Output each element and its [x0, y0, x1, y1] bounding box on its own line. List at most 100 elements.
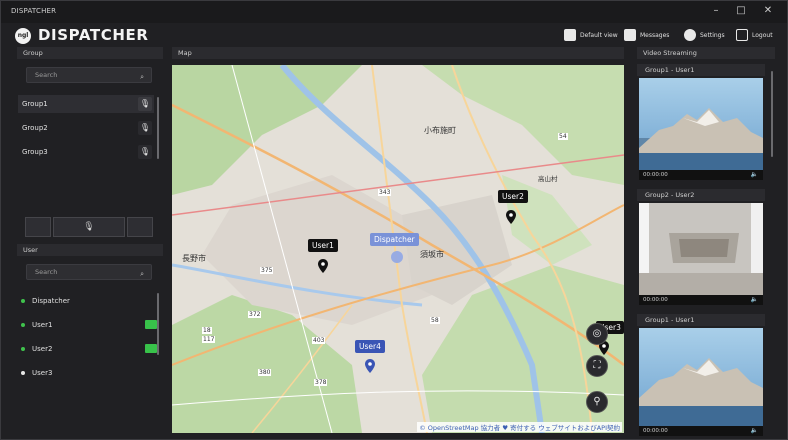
video-card-2[interactable]: Group2 - User2 00:00:00 🔈: [637, 189, 765, 305]
logo-icon: ngl: [15, 28, 31, 44]
speaker-icon[interactable]: 🔈: [751, 295, 758, 305]
map-pin-icon[interactable]: [365, 359, 375, 373]
group-row-group1[interactable]: Group1: [18, 95, 154, 113]
place-label: 高山村: [538, 175, 558, 183]
mic-off-icon[interactable]: 🎙: [138, 121, 152, 135]
road-number: 18: [202, 327, 212, 334]
mountain-scene-image: [639, 358, 763, 426]
mic-icon[interactable]: 🎙: [138, 97, 152, 111]
gear-icon: [684, 29, 696, 41]
map-tiles: [172, 65, 624, 433]
logout-label: Logout: [752, 31, 773, 39]
place-label: 小布施町: [424, 126, 456, 135]
push-to-talk-button[interactable]: 🎙: [53, 217, 125, 237]
place-label: 須坂市: [420, 250, 444, 259]
user-scrollbar[interactable]: [157, 293, 159, 355]
messages-icon: [624, 29, 636, 41]
map-view[interactable]: 長野市 須坂市 小布施町 高山村 343 54 375 372 18 117 4…: [172, 65, 624, 433]
road-number: 403: [312, 337, 326, 344]
user-name: User3: [32, 369, 53, 377]
status-dot: [21, 371, 25, 375]
status-dot: [21, 347, 25, 351]
marker-label-user2[interactable]: User2: [498, 190, 528, 203]
group-search-placeholder: Search: [35, 71, 58, 79]
mountain-scene-image: [639, 108, 763, 170]
ptt-left-button[interactable]: [25, 217, 51, 237]
video-camera-icon[interactable]: [145, 320, 157, 329]
road-number: 117: [202, 336, 216, 343]
ceiling-scene-image: [639, 203, 763, 295]
default-view-button[interactable]: Default view: [564, 27, 618, 43]
group-row-group3[interactable]: Group3: [18, 143, 154, 161]
window-title: DISPATCHER: [11, 7, 57, 15]
search-icon: ⌕: [140, 73, 144, 81]
speaker-icon[interactable]: 🔈: [751, 170, 758, 180]
fit-bounds-icon[interactable]: ⛶: [586, 355, 608, 377]
ptt-right-button[interactable]: [127, 217, 153, 237]
user-name: User1: [32, 321, 53, 329]
marker-label-dispatcher[interactable]: Dispatcher: [370, 233, 419, 246]
messages-button[interactable]: Messages: [624, 27, 669, 43]
locate-icon[interactable]: ◎: [586, 323, 608, 345]
mic-off-icon[interactable]: 🎙: [138, 145, 152, 159]
road-number: 378: [314, 379, 328, 386]
video-card-3[interactable]: Group1 - User1 00:00:00 🔈: [637, 314, 765, 436]
video-card-1[interactable]: Group1 - User1 00:00:00 🔈: [637, 64, 765, 180]
status-dot: [21, 323, 25, 327]
maximize-button[interactable]: □: [734, 5, 748, 16]
group-panel-header: Group: [17, 47, 163, 59]
map-attribution[interactable]: © OpenStreetMap 協力者 ♥ 寄付する ウェブサイトおよびAPI契…: [417, 422, 622, 432]
video-time: 00:00:00: [643, 428, 668, 434]
road-number: 380: [258, 369, 272, 376]
user-name: Dispatcher: [32, 297, 70, 305]
video-panel-header: Video Streaming: [637, 47, 775, 59]
road-number: 372: [248, 311, 262, 318]
group-name: Group2: [22, 124, 48, 132]
video-scrollbar[interactable]: [771, 71, 773, 157]
mic-icon: 🎙: [83, 222, 95, 232]
marker-label-user1[interactable]: User1: [308, 239, 338, 252]
group-scrollbar[interactable]: [157, 97, 159, 159]
user-search-placeholder: Search: [35, 268, 58, 276]
group-search-input[interactable]: Search ⌕: [26, 67, 152, 83]
video-controls: 00:00:00 🔈: [639, 170, 763, 180]
video-camera-icon[interactable]: [145, 344, 157, 353]
video-controls: 00:00:00 🔈: [639, 295, 763, 305]
speaker-icon[interactable]: 🔈: [751, 426, 758, 436]
road-number: 58: [430, 317, 440, 324]
app-logo-text: DISPATCHER: [38, 26, 149, 44]
video-frame[interactable]: [639, 78, 763, 170]
location-pin-icon[interactable]: ⚲: [586, 391, 608, 413]
user-name: User2: [32, 345, 53, 353]
video-title: Group1 - User1: [637, 64, 765, 76]
road-number: 375: [260, 267, 274, 274]
minimize-button[interactable]: –: [709, 5, 723, 16]
video-time: 00:00:00: [643, 297, 668, 303]
group-row-group2[interactable]: Group2: [18, 119, 154, 137]
video-title: Group1 - User1: [637, 314, 765, 326]
map-pin-icon[interactable]: [506, 210, 516, 224]
group-name: Group1: [22, 100, 48, 108]
user-row-user1[interactable]: User1: [17, 317, 157, 333]
road-number: 343: [378, 189, 392, 196]
logout-button[interactable]: Logout: [736, 27, 773, 43]
map-pin-icon[interactable]: [318, 259, 328, 273]
user-panel-header: User: [17, 244, 163, 256]
search-icon: ⌕: [140, 270, 144, 278]
user-row-user3[interactable]: User3: [17, 365, 157, 381]
title-bar: DISPATCHER – □ ✕: [1, 1, 787, 23]
dispatcher-location-dot[interactable]: [391, 251, 403, 263]
marker-label-user4[interactable]: User4: [355, 340, 385, 353]
video-frame[interactable]: [639, 203, 763, 295]
layout-icon: [564, 29, 576, 41]
place-label: 長野市: [182, 254, 206, 263]
settings-label: Settings: [700, 31, 725, 39]
group-name: Group3: [22, 148, 48, 156]
close-button[interactable]: ✕: [761, 5, 775, 16]
user-row-dispatcher[interactable]: Dispatcher: [17, 293, 157, 309]
user-row-user2[interactable]: User2: [17, 341, 157, 357]
video-title: Group2 - User2: [637, 189, 765, 201]
user-search-input[interactable]: Search ⌕: [26, 264, 152, 280]
video-frame[interactable]: [639, 328, 763, 426]
settings-button[interactable]: Settings: [684, 27, 725, 43]
